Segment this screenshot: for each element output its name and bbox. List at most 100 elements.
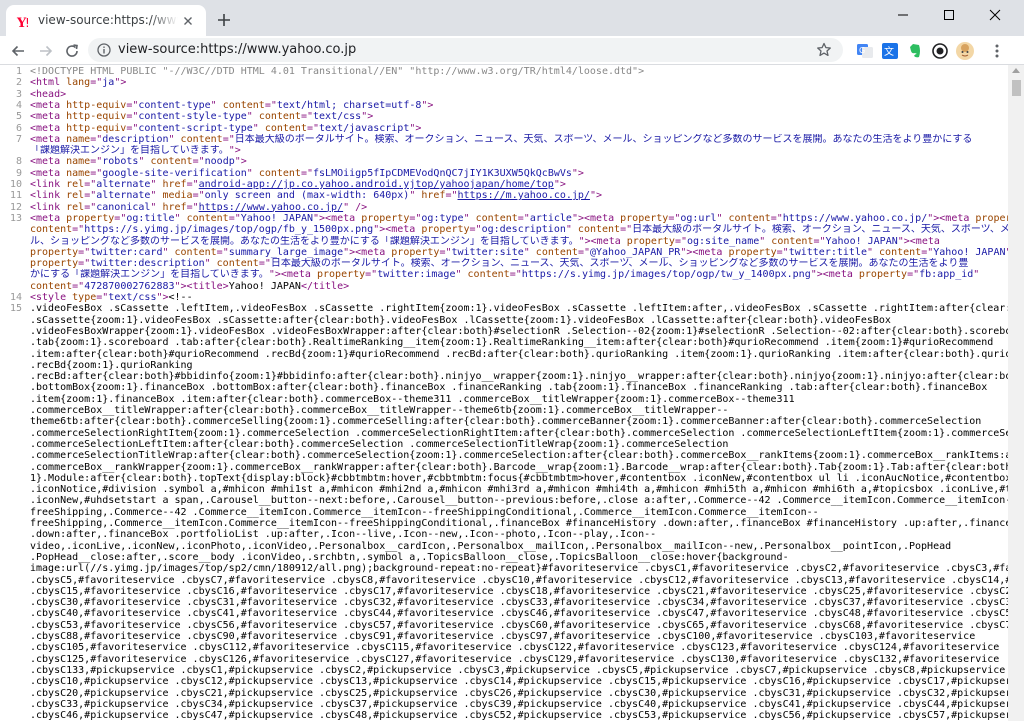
line-number: 4 — [15, 99, 22, 111]
source-link[interactable]: android-app://jp.co.yahoo.android.yjtop/… — [199, 179, 554, 190]
address-bar[interactable]: view-source:https://www.yahoo.co.jp — [88, 38, 843, 62]
source-token: " — [252, 122, 265, 134]
source-token: content — [174, 246, 217, 258]
source-line: .cbysC88,#favoriteservice .cbysC90,#favo… — [0, 631, 1008, 643]
source-code: <meta http-equiv="content-script-type" c… — [30, 123, 421, 134]
info-icon[interactable] — [96, 42, 112, 58]
source-token: 日本最大級のポータルサイト。検索、オークション、ニュース、天気、スポーツ、メー — [632, 224, 1008, 236]
source-token: http-equiv — [66, 99, 127, 111]
source-token: =" — [577, 246, 590, 258]
tab-view-source[interactable]: Y! view-source:https://www.yahoo.co.jp — [6, 5, 206, 36]
line-number: 13 — [9, 212, 22, 224]
source-token: property — [66, 212, 115, 224]
yahoo-y-icon: Y! — [16, 14, 30, 31]
close-tab-icon[interactable] — [180, 13, 196, 29]
source-line: 4 <meta http-equiv="content-type" content… — [0, 100, 1008, 112]
source-token: .recBd:after{clear:both}#bbidinfo{zoom:1… — [30, 371, 1008, 383]
source-token: property — [30, 258, 79, 270]
minimize-button[interactable] — [880, 0, 926, 30]
source-line: .cbysC125,#favoriteservice .cbysC126,#fa… — [0, 654, 1008, 666]
source-token: name — [66, 167, 91, 179]
url-text[interactable]: view-source:https://www.yahoo.co.jp — [118, 42, 356, 57]
translate-icon[interactable]: G — [855, 41, 875, 61]
scrollbar-thumb[interactable] — [1012, 80, 1021, 96]
source-token: .cbysC15,#favoriteservice .cbysC16,#favo… — [30, 585, 1008, 597]
source-token: content — [467, 269, 510, 281]
source-code: .cbysC20,#pickupservice .cbysC21,#pickup… — [30, 688, 1008, 699]
source-token: "><meta — [373, 224, 422, 236]
maximize-button[interactable] — [926, 0, 972, 30]
source-line: .PopHead__close:after,.score__body .icon… — [0, 552, 1008, 564]
source-line: 7 <meta name="description" content="日本最大級… — [0, 134, 1008, 146]
source-token: content — [216, 258, 259, 270]
source-code: .down:after,.financeBox .portfolioList .… — [30, 529, 656, 540]
record-icon[interactable] — [930, 41, 950, 61]
source-token: =" — [409, 212, 422, 224]
source-token: <!DOCTYPE HTML PUBLIC "-//W3C//DTD HTML … — [30, 66, 645, 77]
scroll-up-arrow-icon[interactable] — [1012, 68, 1020, 73]
source-code: image:url(//s.yimg.jp/images/top/sp2/cmn… — [30, 563, 1008, 574]
profile-avatar-icon[interactable] — [955, 41, 975, 61]
source-token: <html — [30, 77, 67, 89]
source-token: .commerceSelectionLeftItem:after{clear:b… — [30, 438, 729, 450]
source-token: twitter:image — [377, 269, 456, 281]
source-token: <meta — [30, 133, 67, 145]
back-button[interactable] — [7, 40, 29, 62]
source-token: <meta — [30, 156, 67, 168]
source-token: " — [174, 212, 187, 224]
source-token: .videoFesBox .sCassette .leftItem,.video… — [30, 303, 1008, 315]
source-line: freeShipping,.Commerce--42 .Commerce__it… — [0, 507, 1008, 519]
source-token: alternate — [96, 190, 151, 202]
source-line: .cbysC15,#favoriteservice .cbysC16,#favo… — [0, 586, 1008, 598]
source-token: =" — [258, 258, 271, 270]
source-token: twitter:title — [788, 246, 867, 258]
source-token: rel — [66, 190, 85, 202]
new-tab-button[interactable] — [214, 10, 234, 30]
translate-page-icon[interactable]: 文 — [880, 41, 900, 61]
source-token: =" — [126, 122, 139, 134]
source-token: text/css — [108, 292, 157, 303]
source-token: Yahoo! JAPAN — [825, 235, 898, 247]
reload-button[interactable] — [61, 40, 83, 62]
source-token: =" — [72, 280, 85, 292]
forward-button[interactable] — [35, 40, 57, 62]
source-token: <meta — [30, 167, 67, 179]
menu-icon[interactable] — [987, 41, 1007, 61]
source-code: .item:after{clear:both}#qurioRecommend .… — [30, 349, 1008, 360]
source-code: <head> — [30, 89, 66, 100]
source-token: .cbysC88,#favoriteservice .cbysC90,#favo… — [30, 631, 976, 642]
source-token: property — [30, 246, 79, 258]
source-line: image:url(//s.yimg.jp/images/top/sp2/cmn… — [0, 563, 1008, 575]
source-code: .iconNew,#uhdsetstart a span,.Carousel__… — [30, 495, 1008, 506]
source-token: property — [728, 246, 777, 258]
source-token: content-style-type — [138, 111, 247, 123]
source-link[interactable]: https://m.yahoo.co.jp/ — [458, 190, 590, 201]
source-token: image:url(//s.yimg.jp/images/top/sp2/cmn… — [30, 563, 1008, 575]
source-token: https://www.yahoo.co.jp/ — [782, 212, 928, 224]
source-code: <style type="text/css"><!-- — [30, 292, 193, 303]
close-window-button[interactable] — [972, 0, 1018, 30]
source-token: " — [759, 235, 772, 247]
source-token: content — [771, 235, 814, 247]
source-token: " — [455, 269, 468, 281]
source-token: href — [162, 201, 187, 213]
source-token: ja — [102, 77, 115, 89]
page-source-view[interactable]: 1 <!DOCTYPE HTML PUBLIC "-//W3C//DTD HTML… — [0, 65, 1008, 721]
source-token: "><meta — [313, 212, 362, 224]
line-number: 5 — [15, 111, 22, 123]
source-token: og:url — [680, 212, 717, 224]
line-number: 14 — [9, 292, 22, 303]
evernote-icon[interactable] — [905, 41, 925, 61]
source-code: .cbysC53,#favoriteservice .cbysC56,#favo… — [30, 620, 1008, 631]
source-token: "> — [234, 156, 247, 168]
source-token: 472870002762883 — [84, 280, 175, 292]
source-line: .commerceSelectionLeftItem:after{clear:b… — [0, 439, 1008, 451]
line-number: 6 — [15, 122, 22, 134]
source-code: <meta name="description" content="日本最大級の… — [30, 134, 972, 145]
source-token: https://s.yimg.jp/images/top/ogp/fb_y_15… — [84, 224, 374, 236]
star-icon[interactable] — [815, 41, 833, 59]
vertical-scrollbar[interactable] — [1008, 65, 1024, 721]
source-link[interactable]: https://www.yahoo.co.jp/ — [199, 202, 344, 213]
source-token: content — [30, 224, 73, 236]
source-code: <meta property="og:title" content="Yahoo… — [30, 213, 1008, 224]
